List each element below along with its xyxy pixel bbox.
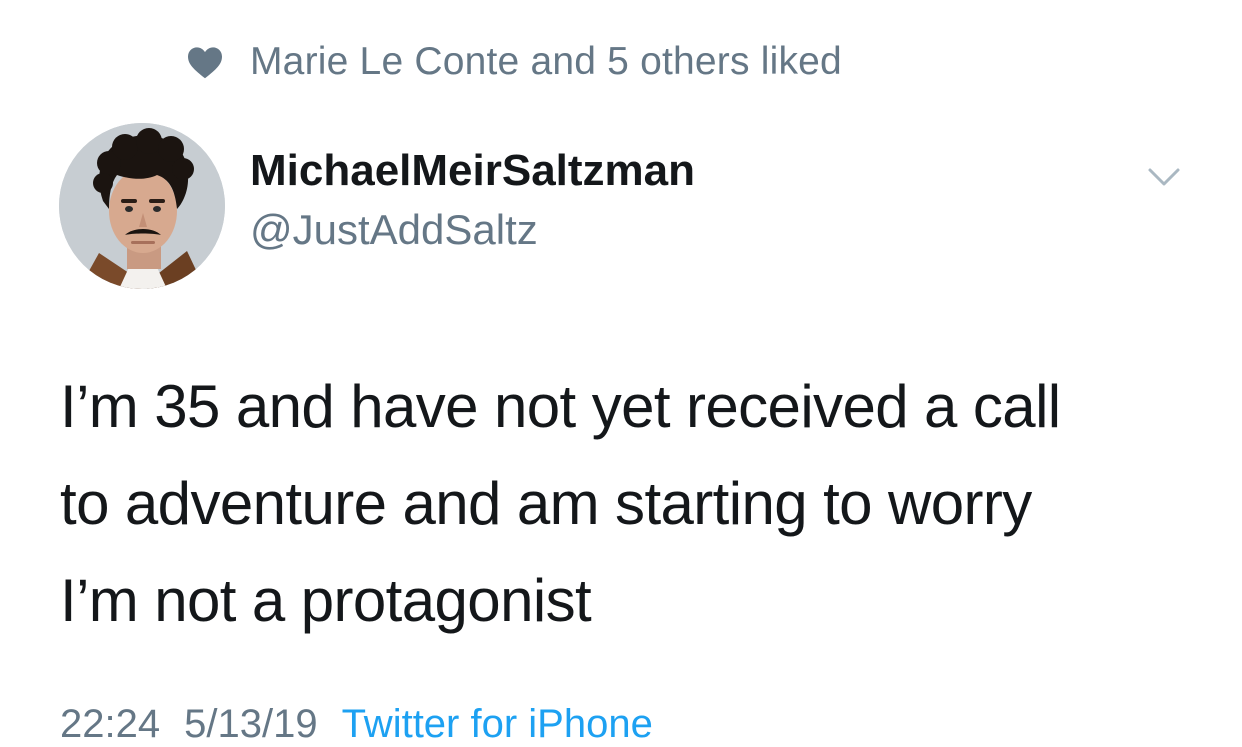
display-name[interactable]: MichaelMeirSaltzman: [250, 146, 695, 196]
heart-icon: [188, 47, 222, 79]
social-context[interactable]: Marie Le Conte and 5 others liked: [186, 38, 842, 86]
tweet-time: 22:24: [60, 702, 161, 746]
chevron-down-icon[interactable]: [1140, 160, 1188, 196]
tweet-text: I’m 35 and have not yet received a call …: [60, 358, 1200, 649]
avatar[interactable]: [59, 123, 225, 289]
tweet-line: I’m 35 and have not yet received a call: [60, 373, 1061, 440]
tweet-date: 5/13/19: [184, 702, 318, 746]
user-handle[interactable]: @JustAddSaltz: [250, 206, 538, 254]
tweet-line: to adventure and am starting to worry: [60, 470, 1032, 537]
tweet-metadata: 22:24 5/13/19 Twitter for iPhone: [60, 702, 653, 747]
tweet-line: I’m not a protagonist: [60, 567, 592, 634]
tweet-source-link[interactable]: Twitter for iPhone: [342, 702, 653, 747]
social-context-text: Marie Le Conte and 5 others liked: [250, 40, 842, 83]
